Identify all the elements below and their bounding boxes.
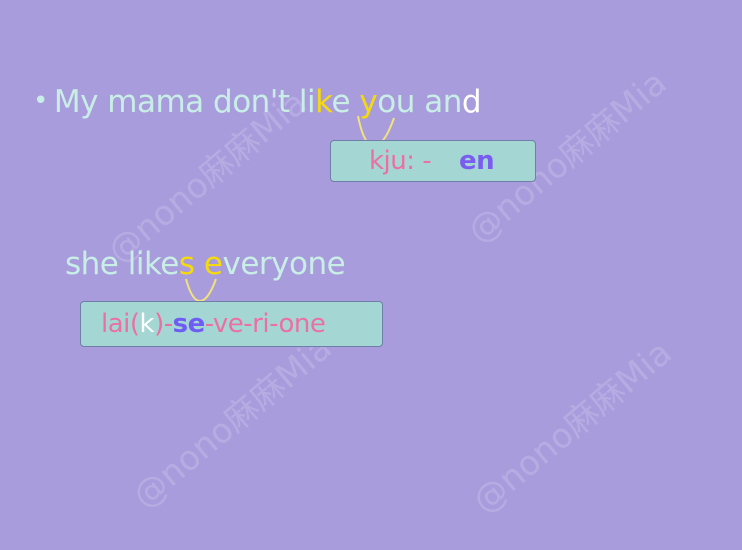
syllable-se: se bbox=[172, 309, 206, 339]
line1-text-a: My mama don't li bbox=[53, 84, 316, 120]
watermark: @nono麻麻Mia bbox=[125, 327, 340, 517]
syllable-silent-k: k bbox=[139, 309, 155, 339]
pronunciation-box-2: lai(k)-se-ve-ri-one bbox=[80, 301, 383, 347]
sentence-line-1: • My mama don't like you and bbox=[33, 84, 482, 120]
pronunciation-syllables: lai(k)-se-ve-ri-one bbox=[101, 302, 326, 346]
pronunciation-part-1: kju: - bbox=[369, 146, 432, 176]
syllable-rest: -ve-ri-one bbox=[204, 309, 326, 339]
bullet-point: • bbox=[33, 86, 48, 116]
pronunciation-part-2: en bbox=[459, 146, 495, 176]
pronunciation-box-1: kju: - en bbox=[330, 140, 536, 182]
watermark: @nono麻麻Mia bbox=[465, 332, 680, 522]
syllable-lai: lai( bbox=[101, 309, 140, 339]
syllable-dash: )- bbox=[154, 309, 173, 339]
line2-text-b: veryone bbox=[222, 246, 346, 282]
line1-linked-consonant: k bbox=[315, 84, 332, 120]
line1-final-letter: d bbox=[461, 84, 482, 120]
line2-text-a: she like bbox=[65, 246, 179, 282]
